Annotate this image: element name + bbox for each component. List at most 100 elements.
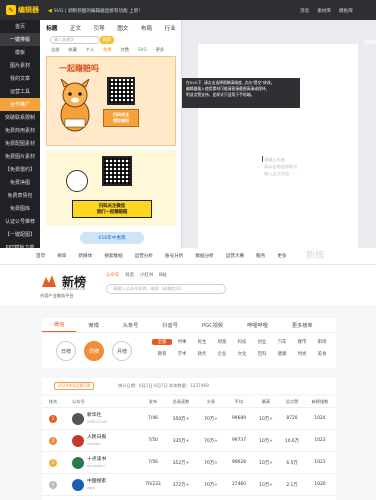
tab-bilibili[interactable]: 哔哩哔哩 bbox=[235, 318, 280, 332]
category-item[interactable]: 教育 bbox=[152, 351, 172, 357]
sidebar-item-verified[interactable]: 认证公号推荐 bbox=[0, 215, 40, 228]
tab-douyin[interactable]: 抖音号 bbox=[150, 318, 190, 332]
nav-media[interactable]: 新媒体 bbox=[78, 253, 92, 259]
sidebar-item-template[interactable]: 模板 bbox=[0, 46, 40, 59]
tab-guide[interactable]: 引导 bbox=[94, 24, 105, 32]
col-index[interactable]: 新榜指数 bbox=[304, 396, 336, 407]
tab-pgc[interactable]: PGC视频 bbox=[190, 318, 235, 332]
category-item[interactable]: 美食 bbox=[312, 351, 332, 357]
category-item[interactable]: 创业 bbox=[252, 339, 272, 345]
template-search-button[interactable]: 搜索 bbox=[100, 36, 114, 44]
nav-rank[interactable]: 榜单 bbox=[57, 253, 66, 259]
category-item[interactable]: 科技 bbox=[232, 339, 252, 345]
sidebar-item-layout[interactable]: 一键排版 bbox=[0, 33, 40, 46]
topnav-messages[interactable]: 消息 bbox=[300, 8, 309, 14]
tab-layout[interactable]: 布局 bbox=[141, 24, 152, 32]
nav-data[interactable]: 数据分析 bbox=[195, 253, 213, 259]
search-tab-wechat[interactable]: 公众号 bbox=[106, 272, 119, 278]
sidebar-item-illustration[interactable]: 免费配图素材 bbox=[0, 137, 40, 150]
template-card-qr[interactable]: 扫码关注微信 我们一起赚赔赔 bbox=[46, 150, 176, 226]
category-item[interactable]: 时事 bbox=[172, 339, 192, 345]
category-item[interactable]: 企业 bbox=[212, 351, 232, 357]
col-avg[interactable]: 平均 bbox=[226, 396, 252, 407]
sidebar-item-clean[interactable]: 免费净图 bbox=[0, 176, 40, 189]
pill-weekly[interactable]: 周榜 bbox=[84, 341, 104, 361]
nav-contest[interactable]: 运营大赛 bbox=[226, 253, 244, 259]
xinbang-logo[interactable]: 新榜 NEWRANK.CN 内容产业服务平台 bbox=[40, 273, 100, 301]
template-card-618[interactable]: 618年中惠典 bbox=[80, 232, 144, 244]
chip-fav[interactable]: 收藏 bbox=[65, 46, 79, 53]
editor-notice[interactable]: ◀ SVG | 调制领图的编辑器直接有功能 上新! bbox=[48, 6, 248, 15]
sidebar-item-contact[interactable]: 突破联系限制 bbox=[0, 111, 40, 124]
tab-industry[interactable]: 行业 bbox=[165, 24, 176, 32]
col-publish[interactable]: 发布 bbox=[140, 396, 166, 407]
sidebar-item-emoji[interactable]: 免费表情包 bbox=[0, 189, 40, 202]
editor-logo[interactable]: ✎ 编辑器 bbox=[6, 4, 40, 16]
document-page[interactable]: 请在这里输入标题 (选填) 请输入作者 请从右侧选择样式 输入正文内容 bbox=[198, 44, 358, 248]
chip-free[interactable]: 免费 bbox=[100, 46, 114, 53]
search-tab-bili[interactable]: B站 bbox=[159, 272, 166, 278]
account-search-input[interactable]: 请输入公众号名称、昵称（或微信号） bbox=[106, 284, 226, 294]
sidebar-item-tools[interactable]: 运营工具 bbox=[0, 85, 40, 98]
category-item[interactable]: 职场 bbox=[312, 339, 332, 345]
tab-weibo[interactable]: 微博 bbox=[76, 318, 110, 332]
category-item[interactable]: 文化 bbox=[232, 351, 252, 357]
nav-home[interactable]: 首页 bbox=[36, 253, 45, 259]
body-placeholder[interactable]: 请输入作者 请从右侧选择样式 输入正文内容 bbox=[264, 156, 298, 177]
tab-toutiao[interactable]: 头条号 bbox=[111, 318, 151, 332]
template-search-input[interactable]: 输入关键字 bbox=[50, 36, 100, 44]
pill-monthly[interactable]: 月榜 bbox=[112, 341, 132, 361]
chip-paid[interactable]: 付费 bbox=[118, 46, 132, 53]
chip-personal[interactable]: 个人 bbox=[83, 46, 97, 53]
nav-search-data[interactable]: 搜索数据 bbox=[104, 253, 122, 259]
table-row[interactable]: 2 人民日报 rmrbwx 7/50 335万+ 70万+ 99737 10万+ … bbox=[42, 430, 336, 452]
sidebar-item-articles[interactable]: 我的文章 bbox=[0, 72, 40, 85]
nav-more[interactable]: 更多 bbox=[277, 253, 286, 259]
col-like[interactable]: 总点赞 bbox=[280, 396, 304, 407]
tab-wechat[interactable]: 微信 bbox=[42, 318, 77, 332]
col-head[interactable]: 头条 bbox=[196, 396, 226, 407]
category-item[interactable]: 汽车 bbox=[272, 339, 292, 345]
col-total[interactable]: 总阅读数 bbox=[166, 396, 196, 407]
tab-title[interactable]: 标题 bbox=[46, 24, 57, 32]
tab-more[interactable]: 更多榜单 bbox=[280, 318, 325, 332]
category-item[interactable]: 民生 bbox=[192, 339, 212, 345]
tab-imagetext[interactable]: 图文 bbox=[117, 24, 128, 32]
sidebar-item-gallery[interactable]: 免费图库 bbox=[0, 202, 40, 215]
tab-body[interactable]: 正文 bbox=[70, 24, 81, 32]
pill-daily[interactable]: 日榜 bbox=[56, 341, 76, 361]
search-tab-douyin[interactable]: 抖音 bbox=[125, 272, 134, 278]
search-tab-xhs[interactable]: 小红书 bbox=[140, 272, 153, 278]
category-item[interactable]: 时尚 bbox=[292, 351, 312, 357]
nav-service[interactable]: 服务 bbox=[256, 253, 265, 259]
nav-ops[interactable]: 运营分析 bbox=[135, 253, 153, 259]
topnav-materials[interactable]: 素材库 bbox=[317, 8, 331, 14]
chip-all[interactable]: 全部 bbox=[48, 46, 62, 53]
chip-more[interactable]: 更多 bbox=[153, 46, 167, 53]
category-item[interactable]: 财富 bbox=[212, 339, 232, 345]
table-row[interactable]: 4 中国搜索 zgss 70/233 372万+ 70万+ 27460 10万+ … bbox=[42, 474, 336, 496]
col-max[interactable]: 最高 bbox=[252, 396, 280, 407]
chip-svg[interactable]: SVG bbox=[135, 46, 150, 53]
category-item[interactable]: 学术 bbox=[172, 351, 192, 357]
cell-total: 352万+ bbox=[172, 460, 190, 466]
category-item[interactable]: 政务 bbox=[192, 351, 212, 357]
table-row[interactable]: 3 十点读书 duhaoshu 7/56 352万+ 70万+ 99628 10万… bbox=[42, 452, 336, 474]
sidebar-item-commercial[interactable]: 免费商用素材 bbox=[0, 124, 40, 137]
date-select[interactable]: 2024年6月第1周 bbox=[54, 382, 94, 390]
sidebar-item-images[interactable]: 图片素材 bbox=[0, 59, 40, 72]
topnav-templates[interactable]: 模板库 bbox=[339, 8, 353, 14]
sidebar-item-photos[interactable]: 免费图片素材 bbox=[0, 150, 40, 163]
category-item[interactable]: 楼市 bbox=[292, 339, 312, 345]
template-card-dog[interactable]: 一起赚赔吗 扫码关注 领取福利 bbox=[46, 56, 176, 146]
sidebar-item-invite[interactable]: 【免费邀约】 bbox=[0, 163, 40, 176]
category-item[interactable]: 百科 bbox=[252, 351, 272, 357]
category-item[interactable]: 健康 bbox=[272, 351, 292, 357]
sidebar-item-home[interactable]: 首页 bbox=[0, 20, 40, 33]
cell-total: 335万+ bbox=[172, 438, 190, 444]
sidebar-item-promo[interactable]: 合作推广 bbox=[0, 98, 40, 111]
sidebar-item-autoimg[interactable]: 【一键配图】 bbox=[0, 228, 40, 241]
nav-account[interactable]: 账号分析 bbox=[165, 253, 183, 259]
table-row[interactable]: 1 新华社 XHW12345 7/46 350万+ 70万+ 99689 10万+… bbox=[42, 408, 336, 430]
category-item[interactable]: 全部 bbox=[152, 339, 172, 345]
